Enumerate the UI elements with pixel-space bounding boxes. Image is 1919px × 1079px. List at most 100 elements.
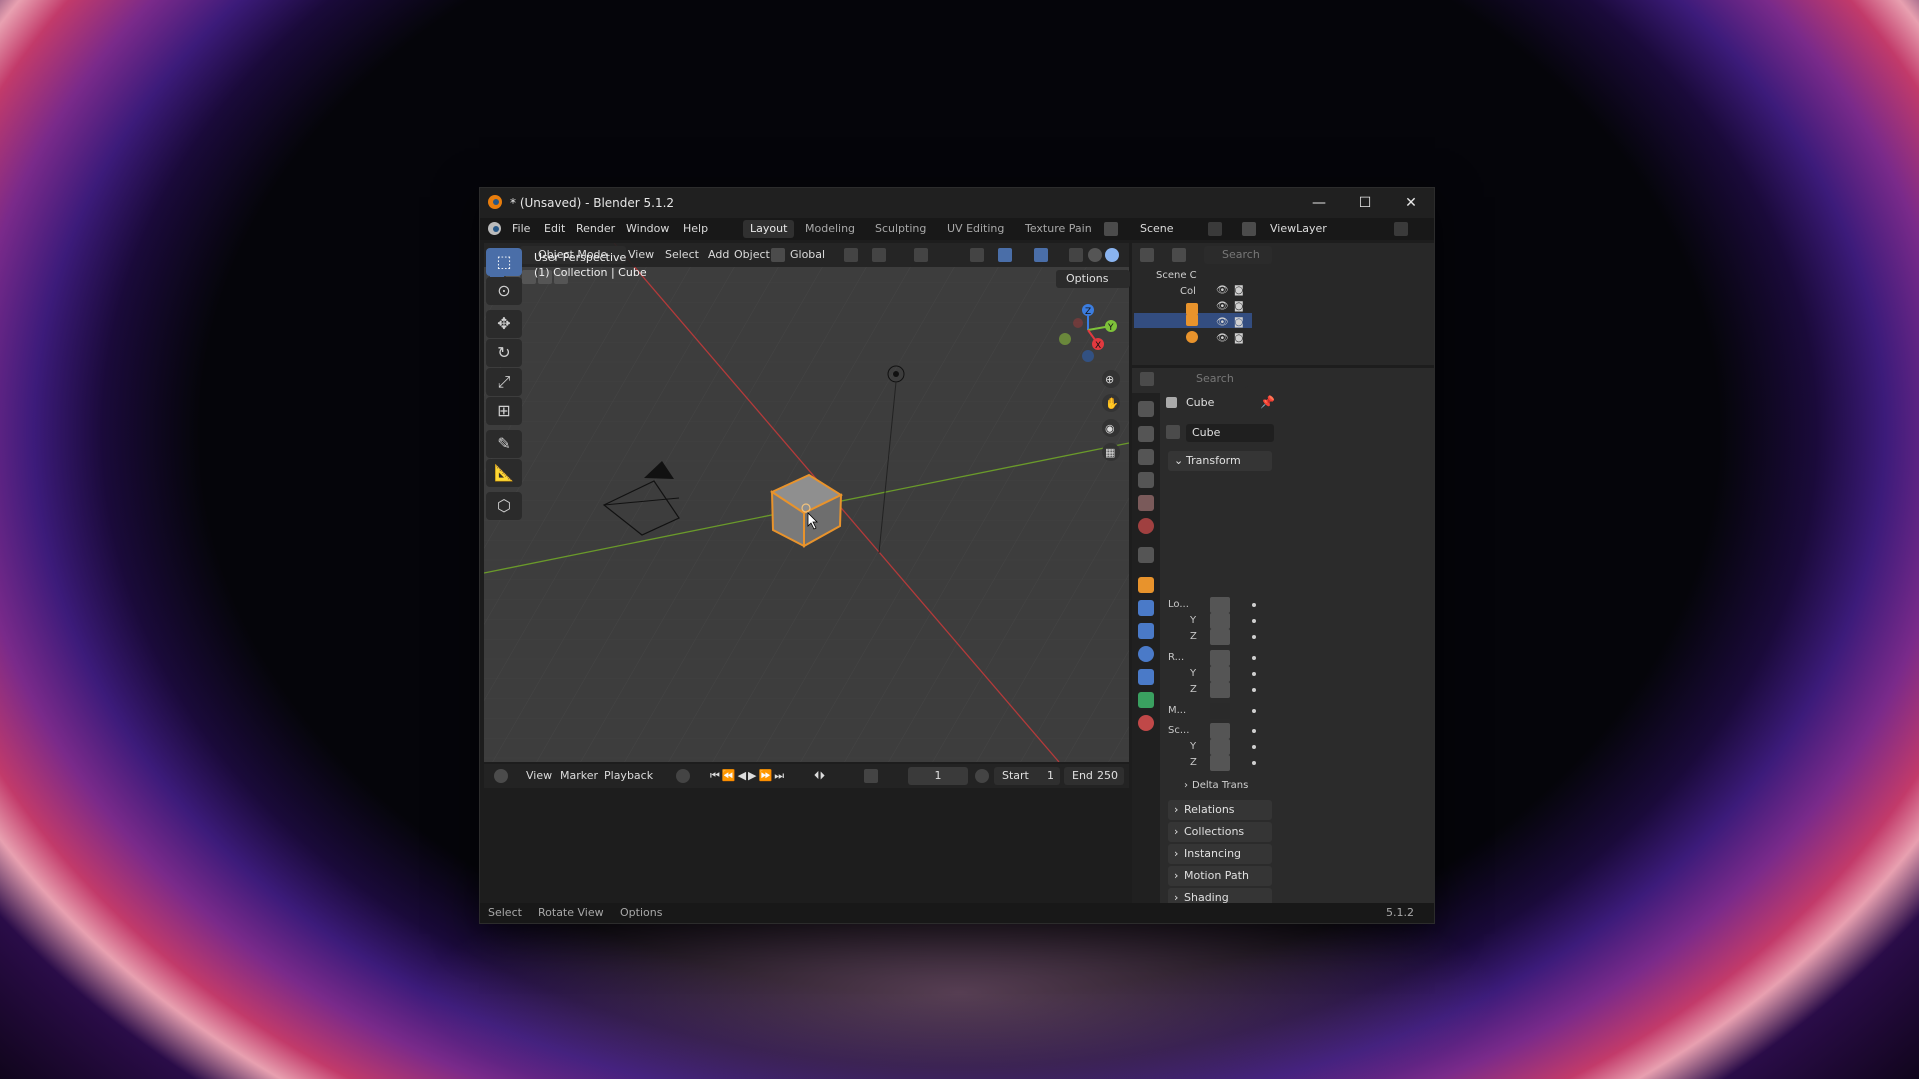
outliner-search-input[interactable]: Search: [1204, 246, 1272, 264]
close-button[interactable]: ✕: [1388, 188, 1434, 218]
menu-edit[interactable]: Edit: [544, 222, 565, 235]
render-tab-icon[interactable]: [1138, 426, 1154, 442]
move-tool-icon[interactable]: ✥: [486, 310, 522, 338]
solid-shading-icon[interactable]: [1105, 248, 1119, 262]
viewport-menu-select[interactable]: Select: [665, 248, 699, 261]
data-tab-icon[interactable]: [1138, 692, 1154, 708]
location-y-field[interactable]: [1210, 613, 1230, 629]
rotation-y-field[interactable]: [1210, 666, 1230, 682]
light-object-icon[interactable]: [1186, 331, 1198, 343]
transform-panel-header[interactable]: ⌄ Transform: [1168, 451, 1272, 471]
pivot-icon[interactable]: [844, 248, 858, 262]
relations-panel-header[interactable]: › Relations: [1168, 800, 1272, 820]
collections-panel-header[interactable]: › Collections: [1168, 822, 1272, 842]
viewport-menu-view[interactable]: View: [628, 248, 654, 261]
collection-tab-icon[interactable]: [1138, 547, 1154, 563]
view-layer-icon[interactable]: [1242, 222, 1256, 236]
tool-tab-icon[interactable]: [1138, 401, 1154, 417]
cube-object-icon[interactable]: [1186, 314, 1198, 326]
tab-layout[interactable]: Layout: [743, 220, 795, 238]
visibility-eye-icon[interactable]: 👁: [1216, 333, 1229, 344]
properties-search-input[interactable]: Search: [1178, 370, 1248, 388]
visibility-eye-icon[interactable]: 👁: [1216, 301, 1229, 312]
view-layer-name[interactable]: ViewLayer: [1270, 222, 1327, 235]
new-view-layer-icon[interactable]: [1394, 222, 1408, 236]
add-cube-tool-icon[interactable]: ⬡: [486, 492, 522, 520]
overlays-icon[interactable]: [1034, 248, 1048, 262]
annotate-tool-icon[interactable]: ✎: [486, 430, 522, 458]
proportional-edit-icon[interactable]: [914, 248, 928, 262]
outliner-scene-row[interactable]: Scene C: [1156, 270, 1197, 281]
scene-name[interactable]: Scene: [1140, 222, 1174, 235]
pin-icon[interactable]: 📌: [1260, 395, 1275, 409]
physics-tab-icon[interactable]: [1138, 646, 1154, 662]
view-layer-tab-icon[interactable]: [1138, 472, 1154, 488]
particles-tab-icon[interactable]: [1138, 623, 1154, 639]
scale-z-field[interactable]: [1210, 755, 1230, 771]
keyframe-dot-icon[interactable]: [1252, 603, 1256, 607]
outliner-editor-icon[interactable]: [1140, 248, 1154, 262]
visibility-icon[interactable]: [970, 248, 984, 262]
keyframe-dot-icon[interactable]: [1252, 672, 1256, 676]
visibility-eye-icon[interactable]: 👁: [1216, 317, 1229, 328]
tab-texture-paint[interactable]: Texture Paint: [1018, 220, 1092, 238]
scale-x-field[interactable]: [1210, 723, 1230, 739]
transform-tool-icon[interactable]: ⊞: [486, 397, 522, 425]
menu-render[interactable]: Render: [576, 222, 615, 235]
world-tab-icon[interactable]: [1138, 518, 1154, 534]
render-camera-icon[interactable]: ◙: [1234, 333, 1244, 344]
pin-icon[interactable]: [1208, 222, 1222, 236]
measure-tool-icon[interactable]: 📐: [486, 459, 522, 487]
properties-editor-icon[interactable]: [1140, 372, 1154, 386]
render-camera-icon[interactable]: ◙: [1234, 301, 1244, 312]
render-camera-icon[interactable]: ◙: [1234, 317, 1244, 328]
3d-viewport[interactable]: Z Y X ⊕ ✋ ◉ ▦: [484, 243, 1129, 762]
viewport-menu-add[interactable]: Add: [708, 248, 729, 261]
keyframe-dot-icon[interactable]: [1252, 635, 1256, 639]
timeline-menu-view[interactable]: View: [526, 769, 552, 782]
scale-tool-icon[interactable]: ⤢: [486, 368, 522, 396]
orientation-select[interactable]: Global: [790, 248, 825, 261]
location-z-field[interactable]: [1210, 629, 1230, 645]
material-tab-icon[interactable]: [1138, 715, 1154, 731]
keyframe-dot-icon[interactable]: [1252, 688, 1256, 692]
keyframe-dot-icon[interactable]: [1252, 619, 1256, 623]
cursor-tool-icon[interactable]: ⊙: [486, 277, 522, 305]
motion-paths-panel-header[interactable]: › Motion Path: [1168, 866, 1272, 886]
location-x-field[interactable]: [1210, 597, 1230, 613]
menu-window[interactable]: Window: [626, 222, 669, 235]
keyframe-dot-icon[interactable]: [1252, 656, 1256, 660]
object-name-field[interactable]: Cube: [1186, 424, 1274, 442]
tab-modeling[interactable]: Modeling: [798, 220, 862, 238]
keyframe-dot-icon[interactable]: [1252, 729, 1256, 733]
tab-sculpting[interactable]: Sculpting: [868, 220, 933, 238]
scene-tab-icon[interactable]: [1138, 495, 1154, 511]
instancing-panel-header[interactable]: › Instancing: [1168, 844, 1272, 864]
delta-transform-header[interactable]: ›: [1184, 780, 1188, 791]
object-tab-icon[interactable]: [1138, 577, 1154, 593]
scene-selector-icon[interactable]: [1104, 222, 1118, 236]
keying-icon[interactable]: [676, 769, 690, 783]
minimize-button[interactable]: —: [1296, 188, 1342, 218]
scale-y-field[interactable]: [1210, 739, 1230, 755]
menu-help[interactable]: Help: [683, 222, 708, 235]
maximize-button[interactable]: ☐: [1342, 188, 1388, 218]
timeline-menu-playback[interactable]: Playback: [604, 769, 653, 782]
playback-controls-icon[interactable]: ⏮⏪◀▶⏩⏭: [710, 769, 786, 783]
timeline-editor-icon[interactable]: [494, 769, 508, 783]
keyframe-dot-icon[interactable]: [1252, 709, 1256, 713]
end-frame-field[interactable]: End 250: [1064, 767, 1124, 785]
delta-transform-label[interactable]: Delta Transfo: [1192, 780, 1248, 791]
keyframe-dot-icon[interactable]: [1252, 761, 1256, 765]
snap-icon[interactable]: [872, 248, 886, 262]
xray-icon[interactable]: [1069, 248, 1083, 262]
current-frame-field[interactable]: 1: [908, 767, 968, 785]
start-frame-field[interactable]: Start 1: [994, 767, 1060, 785]
select-box-tool-icon[interactable]: ⬚: [486, 248, 522, 276]
timeline-menu-marker[interactable]: Marker: [560, 769, 598, 782]
auto-key-icon[interactable]: [864, 769, 878, 783]
rotation-mode-select[interactable]: [1210, 703, 1230, 719]
keyframe-dot-icon[interactable]: [1252, 745, 1256, 749]
menu-file[interactable]: File: [512, 222, 530, 235]
transform-orientation-icon[interactable]: [771, 248, 785, 262]
